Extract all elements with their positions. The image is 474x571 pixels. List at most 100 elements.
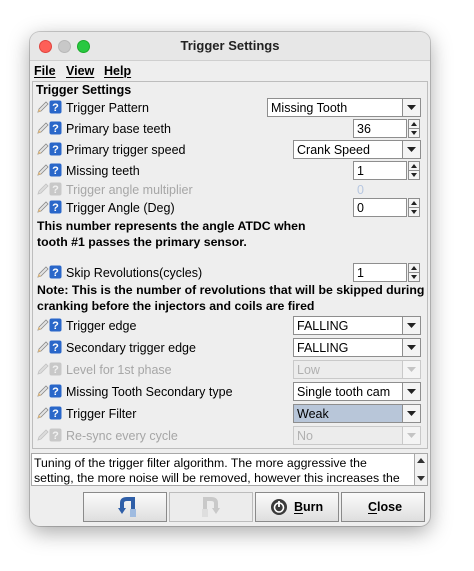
pencil-icon[interactable]: [36, 406, 49, 420]
chevron-down-icon[interactable]: [402, 339, 420, 356]
pencil-icon[interactable]: [36, 121, 49, 135]
pencil-icon[interactable]: [36, 200, 49, 214]
help-icon[interactable]: ?: [49, 384, 62, 398]
pencil-icon[interactable]: [36, 318, 49, 332]
secondary-trigger-edge-select[interactable]: FALLING: [293, 338, 421, 357]
primary-base-teeth-spinner[interactable]: 36: [353, 119, 421, 138]
spinner-arrows[interactable]: [408, 161, 420, 180]
skip-revolutions-label: Skip Revolutions(cycles): [66, 266, 203, 280]
menu-view[interactable]: View: [66, 64, 94, 78]
pencil-icon[interactable]: [36, 100, 49, 114]
pencil-icon[interactable]: [36, 384, 49, 398]
trigger-angle-input[interactable]: 0: [353, 198, 407, 217]
pencil-icon: [36, 182, 49, 196]
panel-title: Trigger Settings: [36, 83, 132, 97]
help-icon[interactable]: ?: [49, 200, 62, 214]
trigger-angle-multiplier-value: 0: [357, 183, 364, 197]
missing-teeth-spinner[interactable]: 1: [353, 161, 421, 180]
spinner-arrows[interactable]: [408, 263, 420, 282]
svg-text:?: ?: [52, 408, 59, 420]
help-icon[interactable]: ?: [49, 318, 62, 332]
window-title: Trigger Settings: [180, 38, 280, 53]
menu-file-mnemonic: F: [34, 64, 42, 78]
chevron-down-icon[interactable]: [402, 383, 420, 400]
svg-text:?: ?: [52, 202, 59, 214]
help-icon[interactable]: ?: [49, 142, 62, 156]
skip-revolutions-note-line2: cranking before the injectors and coils …: [37, 299, 315, 313]
help-icon: ?: [49, 182, 62, 196]
trigger-edge-value: FALLING: [297, 319, 349, 333]
help-description-text: Tuning of the trigger filter algorithm. …: [34, 456, 400, 485]
missing-teeth-label: Missing teeth: [66, 164, 140, 178]
menu-file[interactable]: File: [34, 64, 56, 78]
description-scrollbar[interactable]: [414, 453, 428, 486]
trigger-filter-select[interactable]: Weak: [293, 404, 421, 423]
undo-button[interactable]: [83, 492, 167, 522]
burn-power-icon: [271, 499, 287, 515]
trigger-pattern-label: Trigger Pattern: [66, 101, 149, 115]
help-icon[interactable]: ?: [49, 340, 62, 354]
help-icon[interactable]: ?: [49, 265, 62, 279]
primary-trigger-speed-select[interactable]: Crank Speed: [293, 140, 421, 159]
svg-text:?: ?: [52, 165, 59, 177]
close-button[interactable]: Close: [341, 492, 425, 522]
svg-text:?: ?: [52, 144, 59, 156]
missing-tooth-secondary-type-value: Single tooth cam: [297, 385, 391, 399]
burn-mnemonic: B: [294, 500, 304, 514]
skip-revolutions-spinner[interactable]: 1: [353, 263, 421, 282]
row-primary-trigger-speed: ? Primary trigger speed Crank Speed: [33, 140, 427, 160]
help-icon[interactable]: ?: [49, 406, 62, 420]
close-label-rest: lose: [377, 500, 403, 514]
row-trigger-angle: ? Trigger Angle (Deg) 0: [33, 198, 427, 218]
secondary-trigger-edge-value: FALLING: [297, 341, 349, 355]
primary-base-teeth-value: 36: [357, 122, 371, 136]
skip-revolutions-input[interactable]: 1: [353, 263, 407, 282]
pencil-icon[interactable]: [36, 142, 49, 156]
primary-trigger-speed-value: Crank Speed: [297, 143, 370, 157]
svg-text:?: ?: [52, 320, 59, 332]
missing-tooth-secondary-type-select[interactable]: Single tooth cam: [293, 382, 421, 401]
level-for-1st-phase-value: Low: [297, 363, 320, 377]
pencil-icon[interactable]: [36, 265, 49, 279]
trigger-angle-label: Trigger Angle (Deg): [66, 201, 175, 215]
pencil-icon[interactable]: [36, 163, 49, 177]
title-bar: Trigger Settings: [30, 32, 430, 61]
undo-arrow-icon: [118, 497, 136, 517]
missing-teeth-input[interactable]: 1: [353, 161, 407, 180]
trigger-angle-value: 0: [357, 201, 364, 215]
primary-base-teeth-input[interactable]: 36: [353, 119, 407, 138]
svg-text:?: ?: [52, 184, 59, 196]
trigger-angle-note-line1: This number represents the angle ATDC wh…: [37, 219, 306, 233]
row-trigger-edge: ? Trigger edge FALLING: [33, 316, 427, 336]
burn-button[interactable]: Burn: [255, 492, 339, 522]
chevron-down-icon[interactable]: [402, 141, 420, 158]
trigger-edge-label: Trigger edge: [66, 319, 137, 333]
chevron-down-icon[interactable]: [402, 405, 420, 422]
trigger-edge-select[interactable]: FALLING: [293, 316, 421, 335]
pencil-icon[interactable]: [36, 340, 49, 354]
trigger-filter-label: Trigger Filter: [66, 407, 137, 421]
row-skip-revolutions: ? Skip Revolutions(cycles) 1: [33, 263, 427, 283]
row-trigger-angle-multiplier: ? Trigger angle multiplier 0: [33, 180, 427, 200]
help-icon[interactable]: ?: [49, 163, 62, 177]
help-icon[interactable]: ?: [49, 100, 62, 114]
chevron-down-icon[interactable]: [402, 317, 420, 334]
trigger-pattern-select[interactable]: Missing Tooth: [267, 98, 421, 117]
help-description-box[interactable]: Tuning of the trigger filter algorithm. …: [31, 453, 415, 486]
svg-text:?: ?: [52, 123, 59, 135]
level-for-1st-phase-label: Level for 1st phase: [66, 363, 172, 377]
help-icon[interactable]: ?: [49, 121, 62, 135]
menu-help[interactable]: Help: [104, 64, 131, 78]
svg-text:?: ?: [52, 386, 59, 398]
spinner-arrows[interactable]: [408, 198, 420, 217]
skip-revolutions-value: 1: [357, 266, 364, 280]
chevron-down-icon[interactable]: [402, 99, 420, 116]
trigger-angle-spinner[interactable]: 0: [353, 198, 421, 217]
pencil-icon: [36, 428, 49, 442]
redo-button: [169, 492, 253, 522]
burn-label-rest: urn: [303, 500, 324, 514]
level-for-1st-phase-select: Low: [293, 360, 421, 379]
spinner-arrows[interactable]: [408, 119, 420, 138]
row-secondary-trigger-edge: ? Secondary trigger edge FALLING: [33, 338, 427, 358]
svg-text:?: ?: [52, 364, 59, 376]
